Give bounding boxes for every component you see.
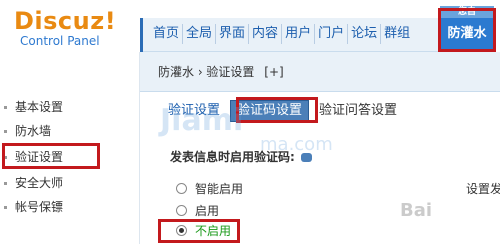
sidebar-item-account-guard[interactable]: 帐号保镖 — [4, 198, 63, 216]
radio-button[interactable] — [176, 183, 187, 194]
sidebar-item-label: 帐号保镖 — [15, 200, 64, 214]
logo-sub: Control Panel — [20, 34, 100, 48]
nav-divider — [140, 18, 143, 52]
tab-captcha-settings[interactable]: 验证码设置 — [230, 100, 310, 122]
nav-groups[interactable]: 群组 — [381, 24, 413, 44]
tab-top-text: 您自 — [440, 6, 494, 18]
radio-label: 不启用 — [195, 224, 232, 238]
add-shortcut-link[interactable]: [+] — [264, 65, 283, 79]
sidebar-item-verification[interactable]: 验证设置 — [4, 148, 63, 166]
sidebar-item-label: 基本设置 — [15, 100, 64, 114]
nav-home[interactable]: 首页 — [150, 24, 184, 44]
radio-disable[interactable]: 不启用 — [176, 222, 231, 240]
nav-forum[interactable]: 论坛 — [348, 24, 382, 44]
radio-smart-enable[interactable]: 智能启用 — [176, 180, 243, 198]
sidebar: 基本设置 防水墙 验证设置 安全大师 帐号保镖 — [0, 52, 140, 244]
captcha-question-label: 发表信息时启用验证码: — [170, 148, 312, 165]
radio-label: 启用 — [195, 204, 220, 218]
logo-main: Discuz! — [14, 7, 117, 35]
nav-content[interactable]: 内容 — [249, 24, 283, 44]
sidebar-item-label: 防水墙 — [15, 124, 52, 138]
nav-global[interactable]: 全局 — [183, 24, 217, 44]
sidebar-item-security-master[interactable]: 安全大师 — [4, 174, 63, 192]
radio-button-checked[interactable] — [176, 225, 187, 236]
breadcrumb-bar: 防灌水 › 验证设置 [+] — [140, 52, 500, 92]
nav-users[interactable]: 用户 — [282, 24, 316, 44]
tab-verification-settings[interactable]: 验证设置 — [168, 101, 220, 121]
radio-label: 智能启用 — [195, 182, 244, 196]
nav-interface[interactable]: 界面 — [216, 24, 250, 44]
question-text: 发表信息时启用验证码: — [170, 150, 295, 164]
content-area: 验证设置 验证码设置 验证问答设置 发表信息时启用验证码: 智能启用 启用 不启… — [140, 92, 500, 244]
radio-enable[interactable]: 启用 — [176, 202, 219, 220]
setting-description: 设置发 — [466, 182, 500, 196]
tab-anti-spam-label: 防灌水 — [447, 26, 487, 41]
breadcrumb: 防灌水 › 验证设置 [+] — [158, 63, 284, 80]
header: Discuz! Control Panel 首页 全局 界面 内容 用户 门户 … — [0, 0, 500, 52]
subtabs: 验证设置 验证码设置 验证问答设置 — [168, 100, 407, 122]
baidu-watermark: Bai — [400, 200, 433, 221]
tab-anti-spam[interactable]: 您自 防灌水 — [440, 6, 494, 50]
sidebar-item-label: 验证设置 — [15, 150, 64, 164]
tab-qa-settings[interactable]: 验证问答设置 — [319, 101, 397, 121]
top-nav: 首页 全局 界面 内容 用户 门户 论坛 群组 — [140, 18, 440, 52]
help-icon[interactable] — [300, 153, 312, 162]
bullet-icon — [4, 130, 7, 133]
logo: Discuz! Control Panel — [14, 8, 116, 48]
sidebar-item-basic[interactable]: 基本设置 — [4, 98, 63, 116]
sidebar-item-label: 安全大师 — [15, 176, 64, 190]
bullet-icon — [4, 106, 7, 109]
bullet-icon — [4, 206, 7, 209]
bullet-icon — [4, 156, 7, 159]
breadcrumb-path: 防灌水 › 验证设置 — [158, 65, 255, 79]
radio-button[interactable] — [176, 205, 187, 216]
bullet-icon — [4, 182, 7, 185]
sidebar-item-firewall[interactable]: 防水墙 — [4, 122, 51, 140]
nav-portal[interactable]: 门户 — [315, 24, 349, 44]
